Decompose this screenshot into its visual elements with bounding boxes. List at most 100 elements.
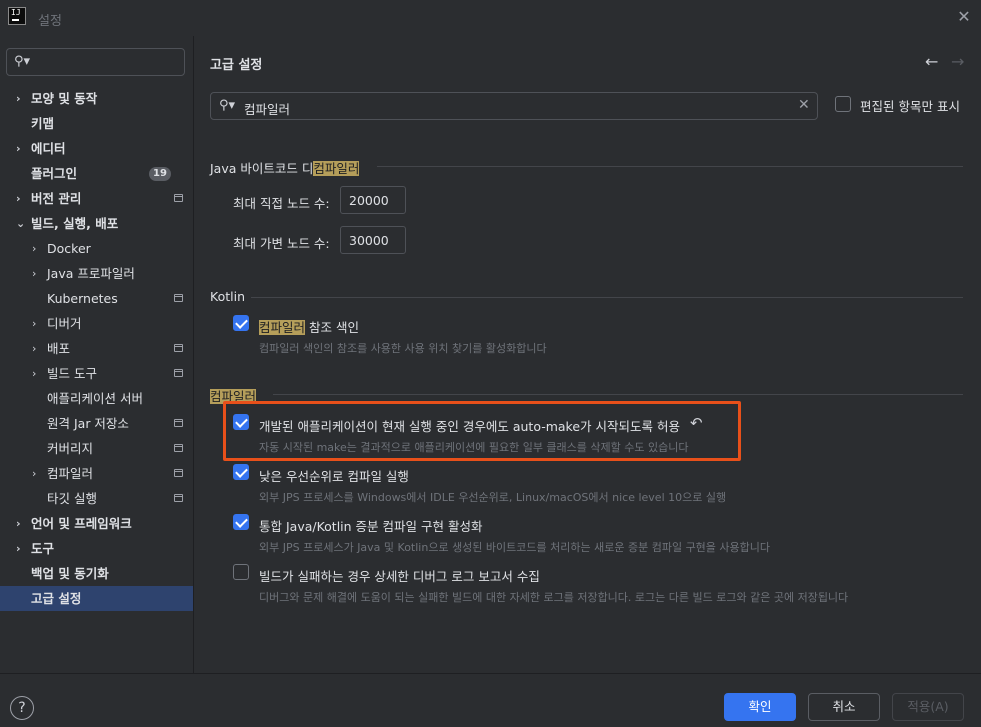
sidebar-item[interactable]: › 디버거 bbox=[0, 311, 193, 336]
project-level-icon bbox=[174, 419, 183, 427]
cancel-button[interactable]: 취소 bbox=[808, 693, 880, 721]
sidebar-item-label: 플러그인 bbox=[31, 166, 78, 181]
chevron-right-icon[interactable]: › bbox=[32, 461, 36, 486]
sidebar-search-input[interactable]: ⚲▾ bbox=[6, 48, 185, 76]
sidebar-item-label: 커버리지 bbox=[47, 441, 94, 456]
chevron-right-icon[interactable]: › bbox=[32, 261, 36, 286]
chevron-right-icon[interactable]: › bbox=[16, 186, 21, 211]
sidebar-item[interactable]: › Docker bbox=[0, 236, 193, 261]
sidebar-item[interactable]: 타깃 실행 bbox=[0, 486, 193, 511]
sidebar-item[interactable]: › 언어 및 프레임워크 bbox=[0, 511, 193, 536]
window-title: 설정 bbox=[38, 14, 62, 29]
sidebar-item[interactable]: 백업 및 동기화 bbox=[0, 561, 193, 586]
chevron-right-icon[interactable]: › bbox=[32, 236, 36, 261]
sidebar-item[interactable]: › 컴파일러 bbox=[0, 461, 193, 486]
page-title: 고급 설정 bbox=[210, 58, 263, 73]
debug-log-report-label: 빌드가 실패하는 경우 상세한 디버그 로그 보고서 수집 bbox=[259, 569, 540, 584]
low-priority-compile-checkbox[interactable] bbox=[233, 464, 249, 480]
search-icon: ⚲▾ bbox=[219, 98, 236, 113]
clear-icon[interactable]: ✕ bbox=[798, 97, 810, 113]
project-level-icon bbox=[174, 469, 183, 477]
chevron-right-icon[interactable]: › bbox=[16, 136, 21, 161]
max-direct-nodes-label: 최대 직접 노드 수: bbox=[233, 196, 330, 211]
max-variable-nodes-label: 최대 가변 노드 수: bbox=[233, 236, 330, 251]
sidebar-item-label: 고급 설정 bbox=[31, 591, 82, 606]
sidebar-item[interactable]: › Java 프로파일러 bbox=[0, 261, 193, 286]
sidebar-item-label: 빌드, 실행, 배포 bbox=[31, 216, 119, 231]
compiler-reference-index-label: 컴파일러 참조 색인 bbox=[259, 320, 359, 335]
unified-incremental-checkbox[interactable] bbox=[233, 514, 249, 530]
chevron-right-icon[interactable]: › bbox=[32, 336, 36, 361]
callout-highlight-box bbox=[223, 401, 741, 461]
sidebar-item-label: Kubernetes bbox=[47, 291, 118, 306]
sidebar-item-label: 버전 관리 bbox=[31, 191, 82, 206]
chevron-right-icon[interactable]: › bbox=[16, 86, 21, 111]
modified-only-label: 편집된 항목만 표시 bbox=[860, 99, 960, 114]
sidebar-item-label: 빌드 도구 bbox=[47, 366, 97, 381]
compiler-reference-index-checkbox[interactable] bbox=[233, 315, 249, 331]
app-logo-icon: IJ bbox=[8, 7, 26, 25]
chevron-right-icon[interactable]: › bbox=[16, 536, 21, 561]
sidebar-item[interactable]: 커버리지 bbox=[0, 436, 193, 461]
sidebar-item[interactable]: › 에디터 bbox=[0, 136, 193, 161]
sidebar-item[interactable]: 원격 Jar 저장소 bbox=[0, 411, 193, 436]
modified-only-checkbox[interactable] bbox=[835, 96, 851, 112]
sidebar-item[interactable]: › 도구 bbox=[0, 536, 193, 561]
sidebar-item-label: 타깃 실행 bbox=[47, 491, 97, 506]
chevron-right-icon[interactable]: › bbox=[32, 361, 36, 386]
sidebar-item[interactable]: › 모양 및 동작 bbox=[0, 86, 193, 111]
sidebar-item[interactable]: Kubernetes bbox=[0, 286, 193, 311]
sidebar-item-label: 컴파일러 bbox=[47, 466, 94, 481]
dialog-footer: ? 확인 취소 적용(A) bbox=[0, 673, 981, 727]
section-divider bbox=[377, 166, 963, 167]
search-value: 컴파일러 bbox=[244, 102, 291, 117]
project-level-icon bbox=[174, 494, 183, 502]
project-level-icon bbox=[174, 344, 183, 352]
low-priority-compile-desc: 외부 JPS 프로세스를 Windows에서 IDLE 우선순위로, Linux… bbox=[259, 491, 727, 504]
sidebar-item-label: 애플리케이션 서버 bbox=[47, 391, 143, 406]
max-variable-nodes-input[interactable]: 30000 bbox=[340, 226, 406, 254]
sidebar-item-label: 언어 및 프레임워크 bbox=[31, 516, 132, 531]
sidebar-item-label: 에디터 bbox=[31, 141, 66, 156]
sidebar-item[interactable]: › 빌드 도구 bbox=[0, 361, 193, 386]
project-level-icon bbox=[174, 194, 183, 202]
apply-button[interactable]: 적용(A) bbox=[892, 693, 964, 721]
chevron-down-icon[interactable]: ⌄ bbox=[16, 211, 25, 236]
low-priority-compile-label: 낮은 우선순위로 컴파일 실행 bbox=[259, 469, 409, 484]
sidebar-item[interactable]: › 버전 관리 bbox=[0, 186, 193, 211]
back-arrow-icon[interactable]: ← bbox=[925, 52, 938, 71]
chevron-right-icon[interactable]: › bbox=[32, 311, 36, 336]
sidebar-item[interactable]: ⌄ 빌드, 실행, 배포 bbox=[0, 211, 193, 236]
ok-button[interactable]: 확인 bbox=[724, 693, 796, 721]
sidebar-item-label: 백업 및 동기화 bbox=[31, 566, 109, 581]
title-bar: IJ 설정 ✕ bbox=[0, 0, 981, 36]
max-direct-nodes-input[interactable]: 20000 bbox=[340, 186, 406, 214]
project-level-icon bbox=[174, 369, 183, 377]
debug-log-report-desc: 디버그와 문제 해결에 도움이 되는 실패한 빌드에 대한 자세한 로그를 저장… bbox=[259, 591, 849, 604]
sidebar-item-label: 디버거 bbox=[47, 316, 82, 331]
close-icon[interactable]: ✕ bbox=[953, 6, 975, 28]
sidebar-item[interactable]: 고급 설정 bbox=[0, 586, 193, 611]
sidebar-item-label: 배포 bbox=[47, 341, 71, 356]
section-divider bbox=[251, 297, 963, 298]
settings-search-input[interactable]: ⚲▾ 컴파일러 ✕ bbox=[210, 92, 818, 120]
unified-incremental-label: 통합 Java/Kotlin 증분 컴파일 구현 활성화 bbox=[259, 519, 483, 534]
section-divider bbox=[273, 394, 963, 395]
search-icon: ⚲▾ bbox=[14, 54, 31, 69]
sidebar-item-label: 키맵 bbox=[31, 116, 55, 131]
sidebar-item-label: 원격 Jar 저장소 bbox=[47, 416, 129, 431]
update-count-badge: 19 bbox=[149, 167, 171, 181]
chevron-right-icon[interactable]: › bbox=[16, 511, 21, 536]
unified-incremental-desc: 외부 JPS 프로세스가 Java 및 Kotlin으로 생성된 바이트코드를 … bbox=[259, 541, 771, 554]
help-icon[interactable]: ? bbox=[10, 696, 34, 720]
sidebar-item[interactable]: 애플리케이션 서버 bbox=[0, 386, 193, 411]
java-section-title: Java 바이트코드 디컴파일러 bbox=[210, 161, 360, 176]
sidebar-item[interactable]: › 배포 bbox=[0, 336, 193, 361]
debug-log-report-checkbox[interactable] bbox=[233, 564, 249, 580]
advanced-settings-panel: 고급 설정 ← → ⚲▾ 컴파일러 ✕ 편집된 항목만 표시 Java 바이트코… bbox=[195, 36, 981, 673]
sidebar-item[interactable]: 플러그인 19 bbox=[0, 161, 193, 186]
sidebar-item-label: 모양 및 동작 bbox=[31, 91, 98, 106]
forward-arrow-icon[interactable]: → bbox=[951, 52, 964, 71]
sidebar-item[interactable]: 키맵 bbox=[0, 111, 193, 136]
settings-tree: › 모양 및 동작키맵 › 에디터플러그인 19 › 버전 관리 ⌄ 빌드, 실행, 배포 › Do… bbox=[0, 86, 193, 611]
